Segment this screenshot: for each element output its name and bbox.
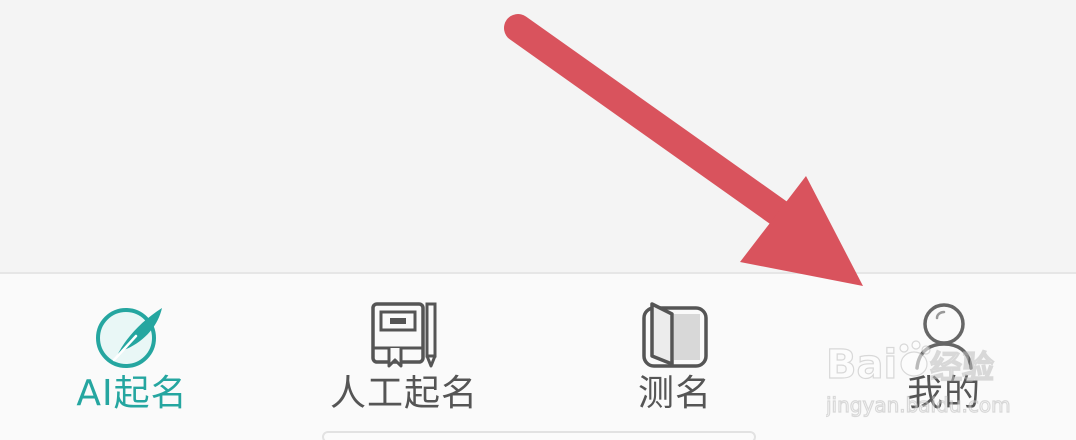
book-pencil-icon [364, 300, 444, 370]
tab-label: 人工起名 [329, 373, 478, 414]
tab-manual-naming[interactable]: 人工起名 [294, 300, 514, 420]
open-book-icon [635, 300, 715, 370]
tab-mine[interactable]: 我的 [834, 300, 1054, 420]
app-screen: AI起名 人工起名 测名 我的 Bai 经验 jingyan.baidu.com [0, 0, 1076, 440]
bottom-tab-bar: AI起名 人工起名 测名 我的 [0, 272, 1076, 440]
home-indicator [322, 431, 756, 440]
tab-label: 我的 [906, 373, 981, 414]
tab-label: AI起名 [76, 373, 188, 414]
tab-name-test[interactable]: 测名 [565, 300, 785, 420]
feather-quill-icon [92, 300, 172, 370]
content-area [0, 0, 1076, 272]
tab-label: 测名 [637, 373, 712, 414]
tab-ai-naming[interactable]: AI起名 [22, 300, 242, 420]
user-profile-icon [904, 300, 984, 370]
